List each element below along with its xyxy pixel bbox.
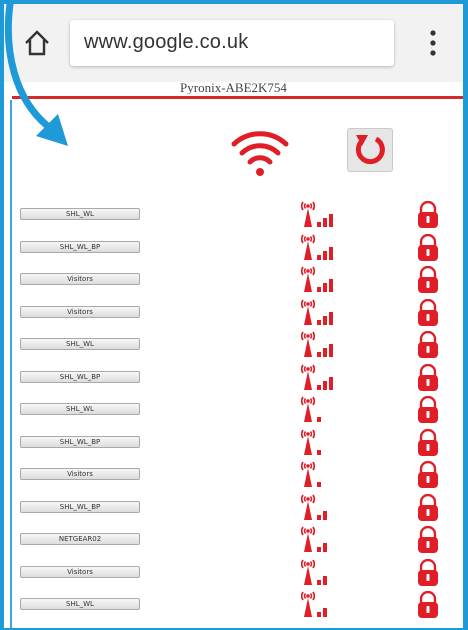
lock-icon — [418, 591, 438, 618]
lock-icon — [418, 493, 438, 521]
ssid-button[interactable]: SHL_WL_BP — [20, 370, 140, 383]
network-row: Visitors — [4, 298, 463, 328]
ssid-button[interactable]: Visitors — [20, 273, 140, 285]
ssid-button[interactable]: Visitors — [20, 468, 140, 480]
signal-strength-icon — [300, 396, 321, 422]
ssid-button[interactable]: SHL_WL — [20, 403, 140, 415]
lock-icon — [418, 233, 438, 261]
network-row: SHL_WL — [4, 200, 463, 230]
signal-strength-icon — [300, 493, 327, 520]
lock-icon — [418, 363, 438, 391]
lock-icon — [418, 396, 438, 423]
signal-strength-icon — [300, 266, 333, 292]
wifi-icon — [231, 131, 289, 176]
annotation-arrow-icon — [4, 0, 68, 146]
signal-strength-icon — [300, 526, 327, 552]
network-row: Visitors — [4, 460, 463, 490]
refresh-icon — [355, 135, 385, 165]
network-row: SHL_WL — [4, 590, 463, 620]
ssid-button[interactable]: SHL_WL_BP — [20, 500, 140, 513]
overflow-menu-icon[interactable] — [426, 28, 440, 58]
network-row: Visitors — [4, 265, 463, 295]
network-row: SHL_WL_BP — [4, 493, 463, 523]
network-row: SHL_WL_BP — [4, 363, 463, 393]
lock-icon — [418, 266, 438, 293]
network-row: SHL_WL_BP — [4, 233, 463, 263]
network-row: Visitors — [4, 558, 463, 588]
lock-icon — [418, 558, 438, 586]
lock-icon — [418, 298, 438, 326]
lock-icon — [418, 201, 438, 228]
ssid-button[interactable]: SHL_WL — [20, 598, 140, 610]
lock-icon — [418, 331, 438, 358]
url-text: www.google.co.uk — [84, 31, 249, 53]
lock-icon — [418, 461, 438, 488]
signal-strength-icon — [300, 591, 327, 617]
ssid-button[interactable]: SHL_WL_BP — [20, 435, 140, 448]
lock-icon — [418, 526, 438, 553]
ssid-button[interactable]: SHL_WL — [20, 338, 140, 350]
network-row: SHL_WL_BP — [4, 428, 463, 458]
signal-strength-icon — [300, 298, 333, 325]
refresh-button[interactable] — [347, 128, 393, 172]
ssid-button[interactable]: SHL_WL — [20, 208, 140, 220]
signal-strength-icon — [300, 461, 321, 487]
ssid-button[interactable]: SHL_WL_BP — [20, 240, 140, 253]
network-row: SHL_WL — [4, 395, 463, 425]
network-row: NETGEAR02 — [4, 525, 463, 555]
lock-icon — [418, 428, 438, 456]
signal-strength-icon — [300, 363, 333, 390]
ssid-button[interactable]: Visitors — [20, 565, 140, 578]
ssid-button[interactable]: NETGEAR02 — [20, 533, 140, 545]
signal-strength-icon — [300, 428, 321, 455]
address-bar[interactable]: www.google.co.uk — [70, 20, 394, 66]
signal-strength-icon — [300, 201, 333, 227]
signal-strength-icon — [300, 233, 333, 260]
signal-strength-icon — [300, 558, 327, 585]
ssid-button[interactable]: Visitors — [20, 305, 140, 318]
signal-strength-icon — [300, 331, 333, 357]
network-row: SHL_WL — [4, 330, 463, 360]
